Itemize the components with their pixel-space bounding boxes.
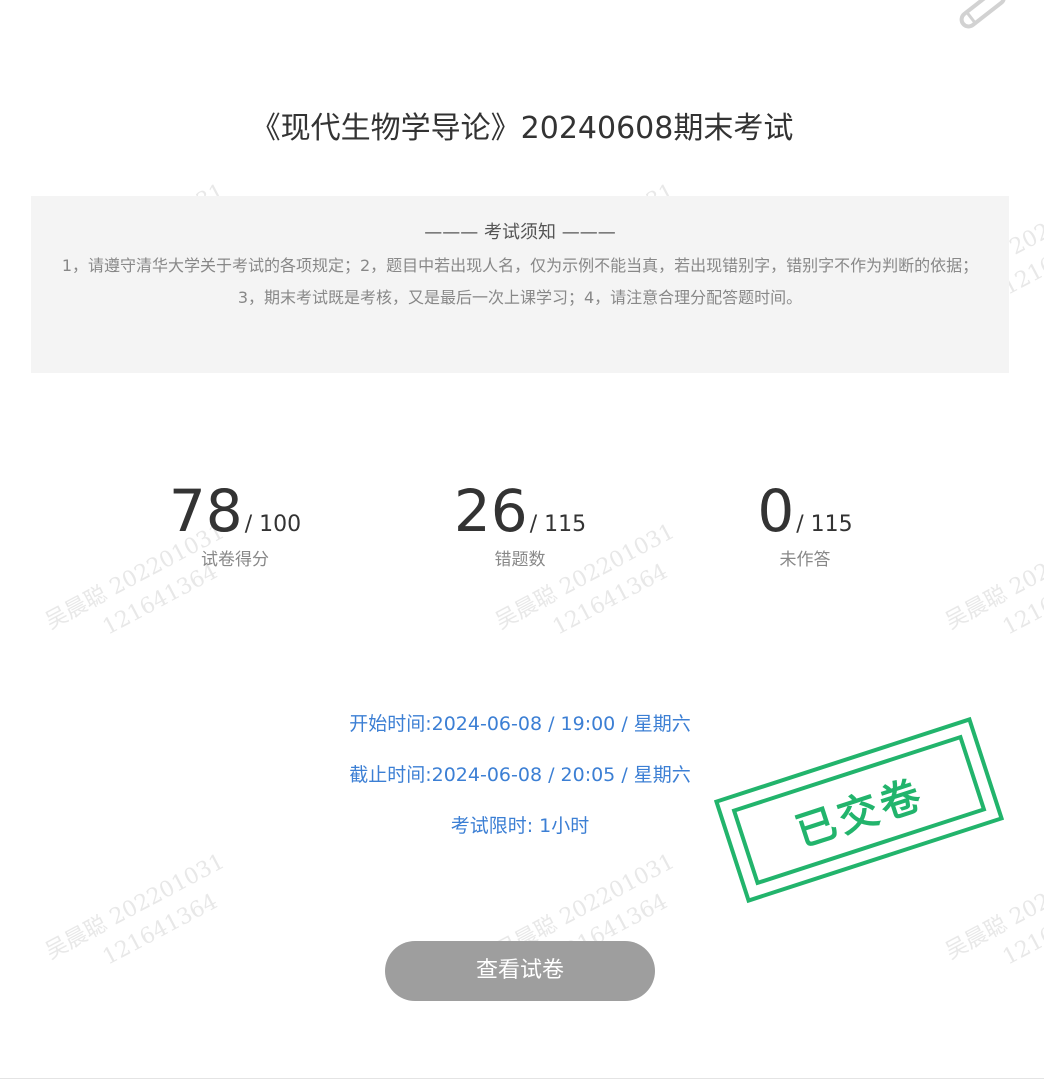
- watermark-id: 121641364: [998, 889, 1044, 971]
- unanswered-value: 0: [757, 477, 795, 545]
- stat-score: 78/ 100 试卷得分: [105, 476, 365, 572]
- stamp-text: 已交卷: [790, 771, 931, 857]
- wrong-count-value: 26: [453, 477, 528, 545]
- watermark: 吴晨聪 202201031 121641364: [40, 847, 246, 997]
- stat-unanswered: 0/ 115 未作答: [675, 476, 935, 572]
- watermark-name: 吴晨聪 202201031: [941, 519, 1044, 635]
- notice-body: 1，请遵守清华大学关于考试的各项规定；2，题目中若出现人名，仅为示例不能当真，若…: [61, 256, 979, 307]
- exam-title: 《现代生物学导论》20240608期末考试: [250, 111, 794, 146]
- unanswered-label: 未作答: [779, 550, 831, 570]
- watermark: 吴晨聪 202201031 121641364: [940, 847, 1044, 997]
- wrong-count-label: 错题数: [494, 550, 546, 570]
- view-paper-button[interactable]: 查看试卷: [385, 941, 655, 1001]
- exam-result-page: 吴晨聪 202201031 121641364 吴晨聪 202201031 12…: [0, 0, 1044, 1080]
- pen-icon: [959, 0, 1006, 29]
- watermark-id: 121641364: [98, 889, 222, 971]
- submitted-stamp: 已交卷: [713, 716, 1005, 904]
- exam-notice: ——— 考试须知 ——— 1，请遵守清华大学关于考试的各项规定；2，题目中若出现…: [31, 196, 1009, 373]
- score-label: 试卷得分: [201, 550, 269, 570]
- stamp-inner-frame: 已交卷: [731, 734, 987, 886]
- stat-wrong-count: 26/ 115 错题数: [390, 476, 650, 572]
- score-total: / 100: [244, 512, 302, 537]
- score-value: 78: [168, 477, 243, 545]
- watermark-name: 吴晨聪 202201031: [941, 849, 1044, 965]
- watermark-id: 121641364: [998, 559, 1044, 641]
- start-time: 开始时间:2024-06-08 / 19:00 / 星期六: [349, 713, 691, 735]
- unanswered-total: / 115: [796, 512, 853, 537]
- bottom-divider: [0, 1078, 1044, 1079]
- notice-heading: ——— 考试须知 ———: [424, 222, 616, 243]
- watermark-name: 吴晨聪 202201031: [41, 849, 229, 965]
- watermark: 吴晨聪 202201031 121641364: [940, 517, 1044, 667]
- wrong-count-total: / 115: [529, 512, 587, 537]
